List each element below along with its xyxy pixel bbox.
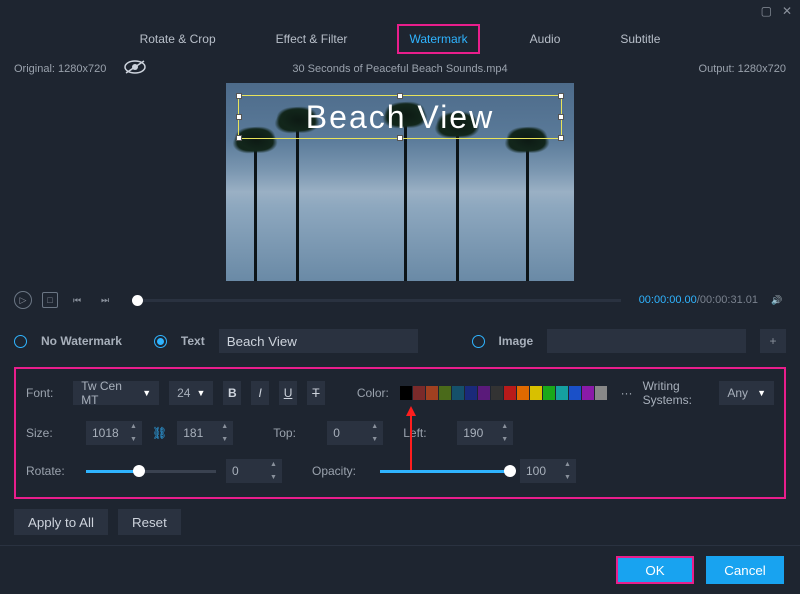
radio-no-watermark[interactable]: [14, 335, 27, 348]
annotation-arrow: [410, 408, 412, 470]
color-swatch[interactable]: [569, 386, 581, 400]
color-swatch[interactable]: [439, 386, 451, 400]
color-swatch[interactable]: [426, 386, 438, 400]
writing-systems-select[interactable]: Any▼: [719, 381, 774, 405]
preview-toggle-icon[interactable]: [124, 60, 146, 77]
tab-audio[interactable]: Audio: [520, 26, 571, 52]
reset-button[interactable]: Reset: [118, 509, 181, 535]
rotate-slider[interactable]: [86, 470, 216, 473]
watermark-options-panel: Font: Tw Cen MT▼ 24▼ B I U T Color: ··· …: [14, 367, 786, 499]
opacity-slider[interactable]: [380, 470, 510, 473]
color-swatch[interactable]: [556, 386, 568, 400]
color-swatch[interactable]: [491, 386, 503, 400]
video-preview[interactable]: Beach View: [226, 83, 574, 281]
font-size-select[interactable]: 24▼: [169, 381, 213, 405]
color-swatches[interactable]: [400, 386, 607, 400]
top-input[interactable]: 0▲▼: [327, 421, 383, 445]
playback-slider[interactable]: [132, 299, 621, 302]
original-resolution: Original: 1280x720: [14, 63, 106, 75]
strikethrough-button[interactable]: T: [307, 381, 325, 405]
tab-subtitle[interactable]: Subtitle: [610, 26, 670, 52]
tab-bar: Rotate & Crop Effect & Filter Watermark …: [0, 22, 800, 54]
link-aspect-icon[interactable]: ⛓: [152, 426, 167, 440]
time-display: 00:00:00.00/00:00:31.01: [639, 294, 758, 306]
watermark-text-input[interactable]: [219, 329, 418, 353]
close-icon[interactable]: ✕: [782, 4, 792, 18]
color-swatch[interactable]: [517, 386, 529, 400]
left-input[interactable]: 190▲▼: [457, 421, 513, 445]
color-swatch[interactable]: [543, 386, 555, 400]
text-label: Text: [181, 334, 205, 348]
underline-button[interactable]: U: [279, 381, 297, 405]
output-resolution: Output: 1280x720: [699, 63, 786, 75]
watermark-text-overlay: Beach View: [306, 99, 494, 136]
radio-text[interactable]: [154, 335, 167, 348]
volume-icon[interactable]: 🔊: [768, 291, 786, 309]
color-swatch[interactable]: [400, 386, 412, 400]
maximize-icon[interactable]: ▢: [761, 4, 772, 18]
stop-button[interactable]: □: [42, 292, 58, 308]
color-swatch[interactable]: [478, 386, 490, 400]
opacity-input[interactable]: 100▲▼: [520, 459, 576, 483]
tab-rotate-crop[interactable]: Rotate & Crop: [130, 26, 226, 52]
watermark-bounding-box[interactable]: Beach View: [238, 95, 562, 139]
bold-button[interactable]: B: [223, 381, 241, 405]
more-colors-button[interactable]: ···: [621, 386, 633, 400]
font-family-select[interactable]: Tw Cen MT▼: [73, 381, 159, 405]
tab-watermark[interactable]: Watermark: [397, 24, 479, 54]
color-swatch[interactable]: [413, 386, 425, 400]
image-label: Image: [499, 334, 534, 348]
apply-to-all-button[interactable]: Apply to All: [14, 509, 108, 535]
ok-button[interactable]: OK: [616, 556, 694, 584]
color-swatch[interactable]: [530, 386, 542, 400]
no-watermark-label: No Watermark: [41, 334, 122, 348]
color-swatch[interactable]: [582, 386, 594, 400]
opacity-label: Opacity:: [312, 464, 370, 478]
writing-systems-label: Writing Systems:: [643, 379, 710, 407]
tab-effect-filter[interactable]: Effect & Filter: [266, 26, 358, 52]
top-label: Top:: [273, 426, 317, 440]
cancel-button[interactable]: Cancel: [706, 556, 784, 584]
watermark-image-input[interactable]: [547, 329, 746, 353]
radio-image[interactable]: [472, 335, 485, 348]
size-label: Size:: [26, 426, 76, 440]
rotate-label: Rotate:: [26, 464, 76, 478]
color-swatch[interactable]: [504, 386, 516, 400]
italic-button[interactable]: I: [251, 381, 269, 405]
color-swatch[interactable]: [595, 386, 607, 400]
color-label: Color:: [357, 386, 390, 400]
font-label: Font:: [26, 386, 63, 400]
color-swatch[interactable]: [452, 386, 464, 400]
add-image-button[interactable]: +: [760, 329, 786, 353]
play-button[interactable]: ▷: [14, 291, 32, 309]
rotate-input[interactable]: 0▲▼: [226, 459, 282, 483]
color-swatch[interactable]: [465, 386, 477, 400]
prev-frame-button[interactable]: ⏮: [68, 291, 86, 309]
next-frame-button[interactable]: ⏭: [96, 291, 114, 309]
size-width-input[interactable]: 1018▲▼: [86, 421, 142, 445]
size-height-input[interactable]: 181▲▼: [177, 421, 233, 445]
